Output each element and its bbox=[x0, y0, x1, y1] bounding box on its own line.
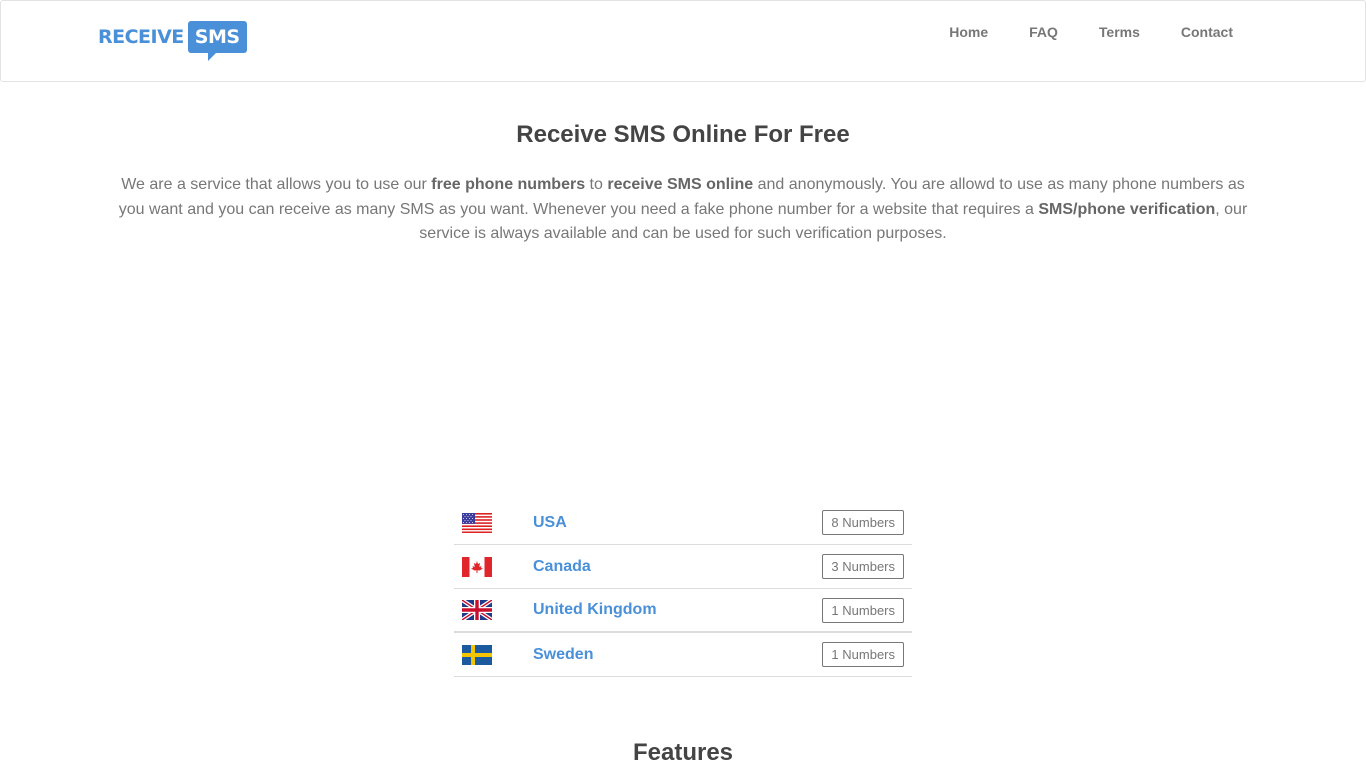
numbers-count-badge: 1 Numbers bbox=[822, 597, 904, 623]
us-flag-icon bbox=[462, 512, 492, 533]
page-title: Receive SMS Online For Free bbox=[516, 121, 850, 148]
numbers-count-badge: 3 Numbers bbox=[822, 554, 904, 579]
numbers-count-badge: 1 Numbers bbox=[822, 642, 904, 667]
intro-bold: SMS/phone verification bbox=[1038, 200, 1216, 218]
intro-text: to bbox=[585, 176, 608, 193]
country-link-canada[interactable]: Canada bbox=[533, 558, 591, 576]
country-row-sweden[interactable]: Sweden 1 Numbers bbox=[454, 633, 912, 677]
logo-text-sms: SMS bbox=[187, 21, 247, 53]
logo-speech-bubble-icon: SMS bbox=[187, 21, 247, 61]
logo[interactable]: RECEIVE SMS bbox=[98, 21, 247, 63]
intro-bold: free phone numbers bbox=[431, 176, 586, 193]
canada-flag-icon bbox=[462, 556, 492, 577]
main-nav: Home FAQ Terms Contact bbox=[949, 23, 1233, 41]
nav-home[interactable]: Home bbox=[949, 23, 988, 41]
intro-text: We are a service that allows you to use … bbox=[121, 176, 432, 193]
country-link-sweden[interactable]: Sweden bbox=[533, 646, 593, 664]
numbers-count-badge: 8 Numbers bbox=[822, 510, 904, 535]
country-row-united-kingdom[interactable]: United Kingdom 1 Numbers bbox=[454, 589, 912, 633]
nav-contact[interactable]: Contact bbox=[1181, 23, 1233, 41]
country-link-usa[interactable]: USA bbox=[533, 514, 567, 532]
features-heading: Features bbox=[632, 739, 734, 766]
uk-flag-icon bbox=[462, 600, 492, 620]
logo-text-receive: RECEIVE bbox=[98, 26, 184, 48]
country-row-canada[interactable]: Canada 3 Numbers bbox=[454, 545, 912, 589]
country-row-usa[interactable]: USA 8 Numbers bbox=[454, 501, 912, 545]
country-list: USA 8 Numbers Canada 3 Numbers United Ki… bbox=[454, 501, 912, 677]
nav-faq[interactable]: FAQ bbox=[1029, 23, 1058, 41]
sweden-flag-icon bbox=[462, 644, 492, 665]
country-link-united-kingdom[interactable]: United Kingdom bbox=[533, 601, 657, 619]
intro-bold: receive SMS online bbox=[607, 176, 754, 193]
navbar: RECEIVE SMS Home FAQ Terms Contact bbox=[0, 0, 1366, 82]
nav-terms[interactable]: Terms bbox=[1099, 23, 1140, 41]
intro-paragraph: We are a service that allows you to use … bbox=[110, 173, 1256, 247]
speech-bubble-tail bbox=[207, 51, 218, 61]
